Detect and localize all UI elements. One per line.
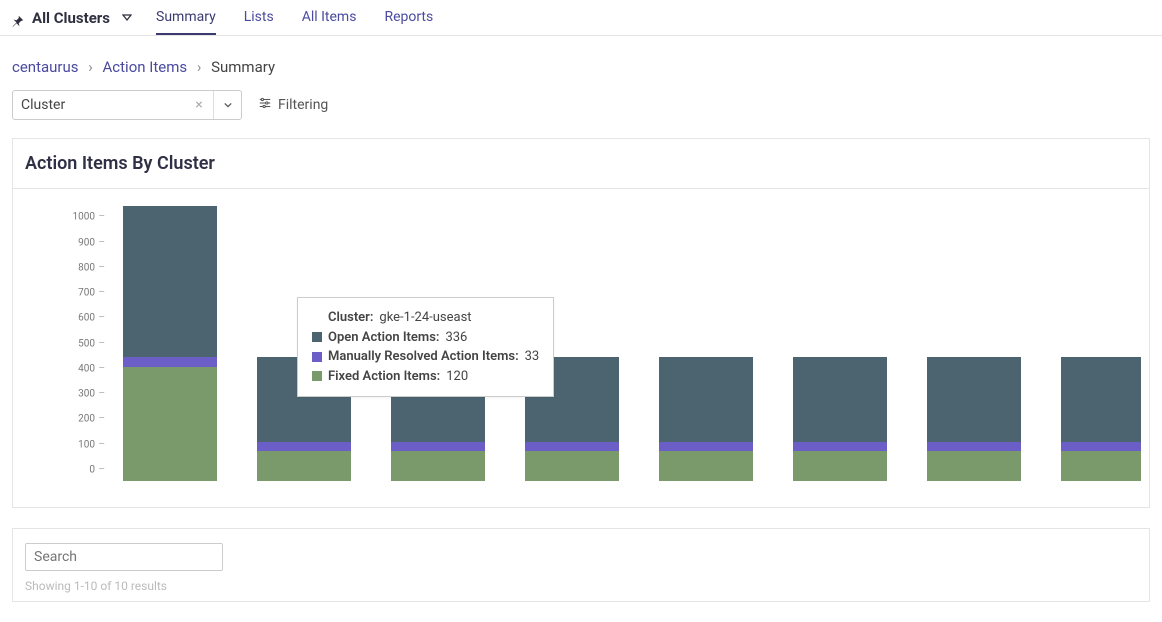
main-tabs: Summary Lists All Items Reports	[156, 0, 433, 35]
search-input[interactable]	[25, 543, 223, 571]
bar-segment	[1061, 357, 1141, 442]
bar-segment	[1061, 451, 1141, 481]
results-card: Showing 1-10 of 10 results	[12, 528, 1150, 602]
tooltip-series-label: Open Action Items:	[328, 328, 439, 348]
tooltip-series-value: 120	[446, 367, 468, 387]
filtering-button[interactable]: Filtering	[258, 96, 328, 114]
topbar: All Clusters Summary Lists All Items Report…	[0, 0, 1162, 36]
page-scope-title: All Clusters	[32, 9, 110, 27]
bar-segment	[391, 451, 485, 481]
bar-segment	[927, 357, 1021, 442]
bar-segment	[525, 451, 619, 481]
filter-row: Cluster × Filtering	[0, 90, 1162, 138]
y-tick: 500	[78, 338, 95, 349]
tooltip-row: Fixed Action Items: 120	[312, 367, 539, 387]
breadcrumb-link-section[interactable]: Action Items	[103, 58, 188, 76]
bars-container	[111, 203, 1141, 481]
y-tick: 300	[78, 389, 95, 400]
bar-segment	[257, 451, 351, 481]
chart-area: 0 100 200 300 400 500 600 700 800 900 1000 Cluster…	[13, 189, 1149, 507]
tooltip-row: Manually Resolved Action Items: 33	[312, 347, 539, 367]
chart-tooltip: Cluster: gke-1-24-useast Open Action Ite…	[297, 297, 554, 397]
chevron-right-icon: ›	[197, 58, 202, 76]
legend-swatch	[312, 332, 322, 342]
bar-segment	[525, 442, 619, 450]
tab-all-items[interactable]: All Items	[302, 0, 357, 35]
filtering-label: Filtering	[278, 97, 328, 113]
breadcrumb: centaurus › Action Items › Summary	[0, 36, 1162, 90]
bar-segment	[123, 206, 217, 358]
y-tick: 400	[78, 363, 95, 374]
sliders-icon	[258, 96, 272, 114]
tooltip-series-value: 336	[445, 328, 467, 348]
bar-segment	[659, 451, 753, 481]
y-tick: 700	[78, 288, 95, 299]
bar-segment	[123, 367, 217, 481]
y-tick: 900	[78, 237, 95, 248]
legend-swatch	[312, 352, 322, 362]
bar-segment	[927, 442, 1021, 450]
legend-swatch	[312, 371, 322, 381]
results-count-text: Showing 1-10 of 10 results	[13, 579, 1149, 601]
bar-segment	[793, 442, 887, 450]
bar-segment	[257, 442, 351, 450]
tooltip-cluster-value: gke-1-24-useast	[379, 308, 471, 328]
bar-stack[interactable]	[123, 206, 217, 481]
bar-stack[interactable]	[659, 357, 753, 481]
pin-icon	[12, 12, 24, 24]
bar-segment	[793, 357, 887, 442]
chart-card: Action Items By Cluster 0 100 200 300 400 500…	[12, 138, 1150, 508]
y-tick: 800	[78, 262, 95, 273]
bar-segment	[391, 442, 485, 450]
chevron-right-icon: ›	[88, 58, 93, 76]
breadcrumb-link-org[interactable]: centaurus	[12, 58, 79, 76]
clear-icon[interactable]: ×	[185, 97, 213, 113]
y-tick: 1000	[73, 212, 95, 223]
tooltip-cluster-label: Cluster:	[328, 308, 373, 328]
bar-stack[interactable]	[927, 357, 1021, 481]
bar-segment	[123, 357, 217, 367]
tooltip-series-value: 33	[525, 347, 540, 367]
bar-stack[interactable]	[793, 357, 887, 481]
bar-segment	[927, 451, 1021, 481]
tab-summary[interactable]: Summary	[156, 0, 216, 35]
y-axis: 0 100 200 300 400 500 600 700 800 900 1000	[21, 203, 101, 493]
chevron-down-icon[interactable]	[213, 91, 241, 119]
y-tick: 600	[78, 313, 95, 324]
groupby-select[interactable]: Cluster ×	[12, 90, 242, 120]
tooltip-series-label: Fixed Action Items:	[328, 367, 440, 387]
bar-stack[interactable]	[1061, 357, 1141, 481]
y-tick: 100	[78, 439, 95, 450]
tab-lists[interactable]: Lists	[244, 0, 274, 35]
chart-title: Action Items By Cluster	[13, 139, 1149, 189]
tooltip-series-label: Manually Resolved Action Items:	[328, 347, 519, 367]
tooltip-row: Open Action Items: 336	[312, 328, 539, 348]
breadcrumb-current: Summary	[211, 58, 275, 76]
bar-segment	[659, 442, 753, 450]
bar-segment	[793, 451, 887, 481]
y-tick: 200	[78, 414, 95, 425]
groupby-select-value: Cluster	[13, 97, 185, 113]
tab-reports[interactable]: Reports	[384, 0, 433, 35]
scope-dropdown-icon[interactable]	[122, 8, 132, 27]
topbar-left: All Clusters	[12, 8, 132, 27]
bar-segment	[1061, 442, 1141, 450]
bar-segment	[659, 357, 753, 442]
y-tick: 0	[89, 465, 95, 476]
